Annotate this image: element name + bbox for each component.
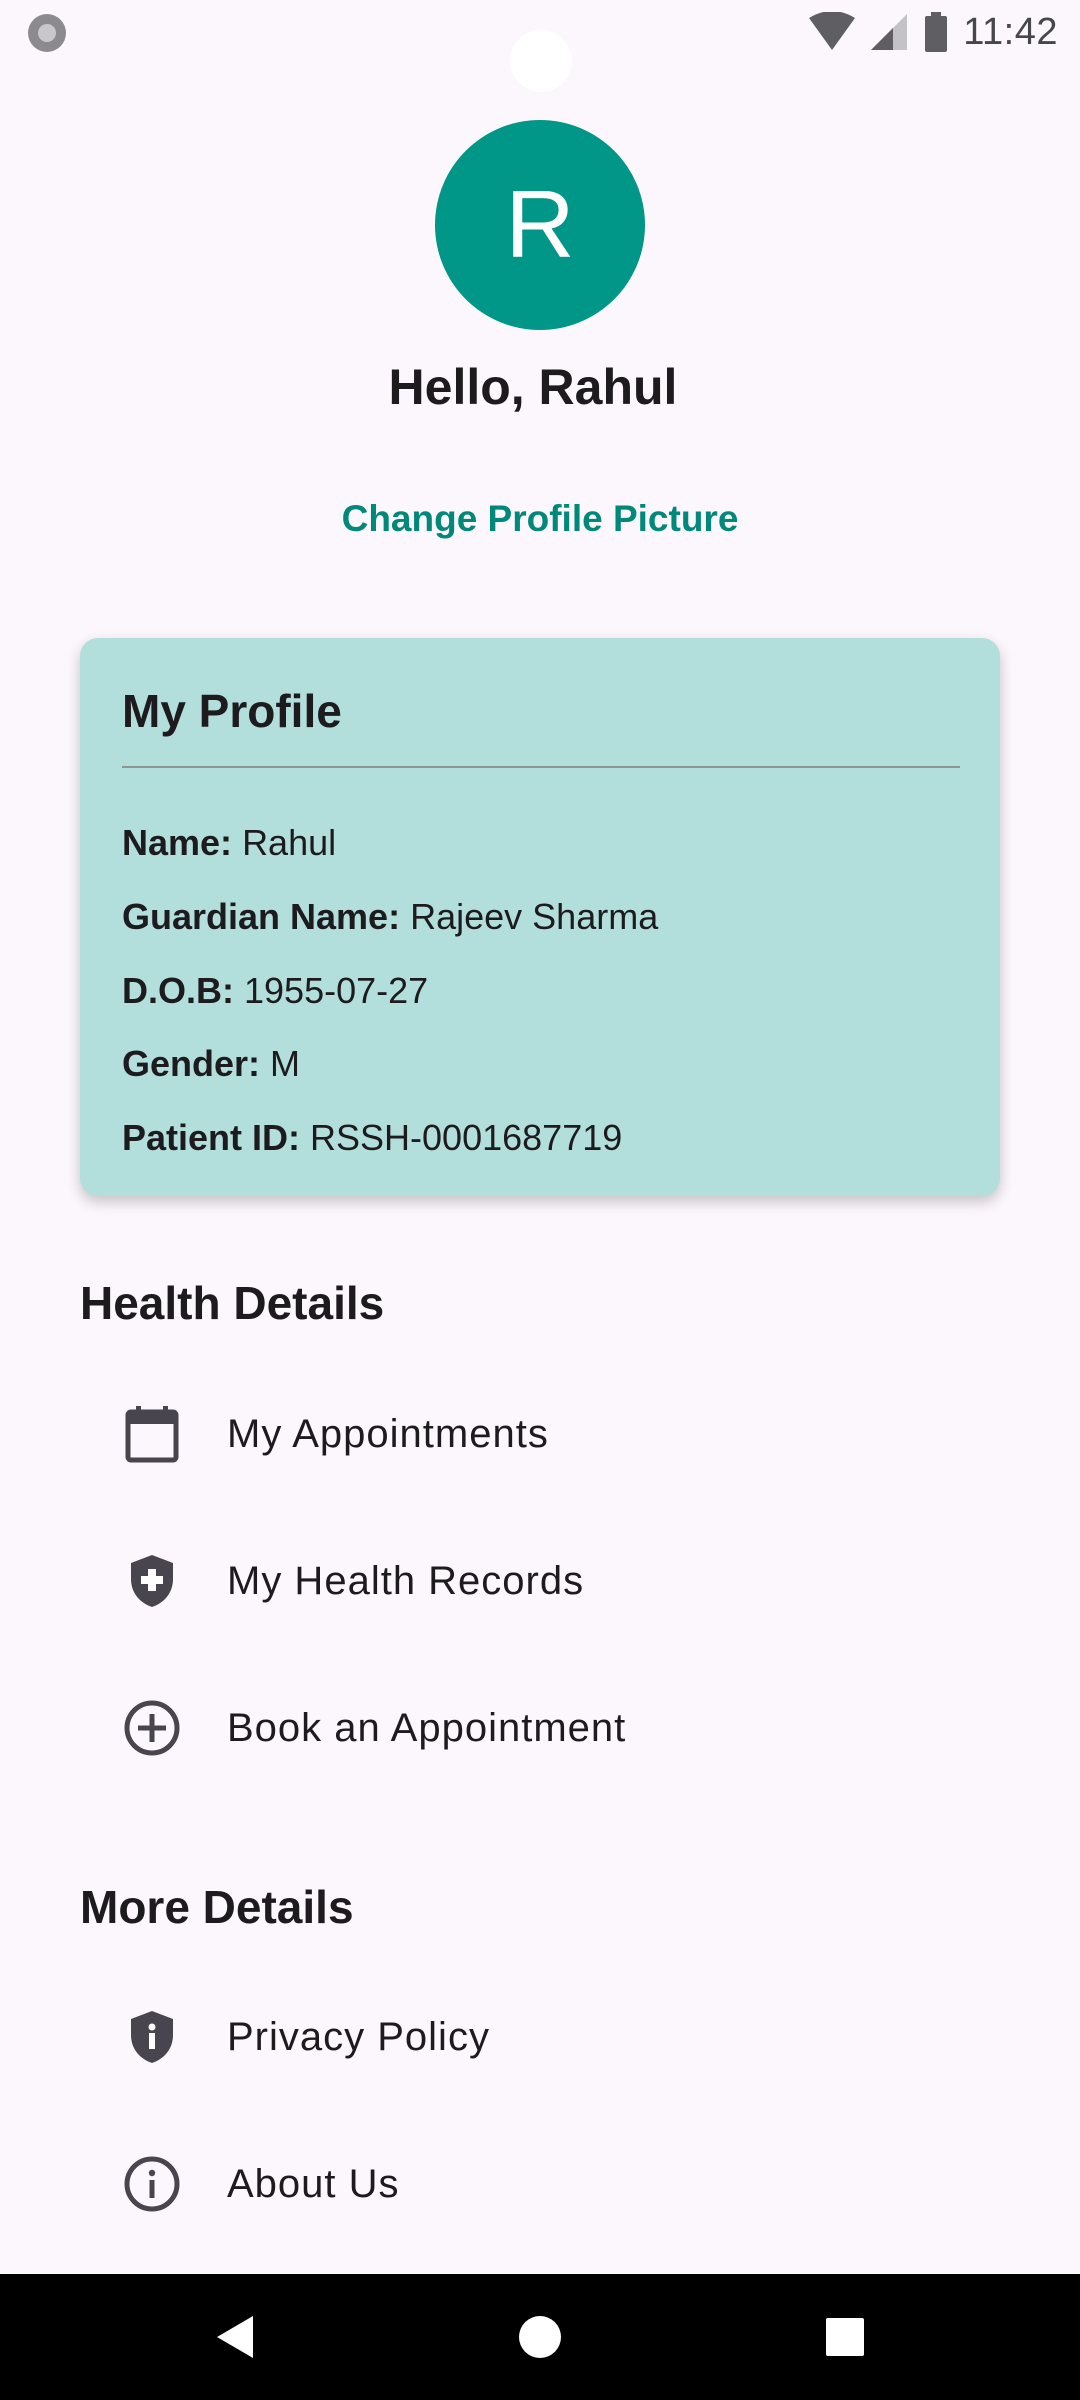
menu-item-book-appointment[interactable]: Book an Appointment	[80, 1668, 1000, 1788]
system-navigation-bar	[0, 2274, 1080, 2400]
menu-item-privacy-policy[interactable]: Privacy Policy	[80, 1977, 1000, 2097]
profile-card-title: My Profile	[122, 685, 342, 737]
change-profile-picture-link[interactable]: Change Profile Picture	[0, 498, 1080, 540]
field-value: Rajeev Sharma	[410, 896, 659, 937]
status-bar: 11:42	[0, 0, 1080, 92]
profile-field-guardian-name: Guardian Name: Rajeev Sharma	[122, 896, 658, 938]
profile-field-patient-id: Patient ID: RSSH-0001687719	[122, 1117, 622, 1159]
menu-item-label: Privacy Policy	[227, 2014, 490, 2059]
field-value: M	[270, 1043, 301, 1084]
add-circle-icon	[120, 1696, 184, 1760]
back-icon	[217, 2316, 253, 2358]
field-label: Guardian Name:	[122, 896, 401, 937]
field-label: Gender:	[122, 1043, 261, 1084]
wifi-icon	[809, 12, 856, 50]
camera-cutout	[510, 30, 572, 92]
profile-field-gender: Gender: M	[122, 1043, 300, 1085]
field-label: Patient ID:	[122, 1117, 301, 1158]
recents-button[interactable]	[812, 2304, 878, 2370]
battery-icon	[925, 12, 948, 52]
field-value: RSSH-0001687719	[310, 1117, 623, 1158]
menu-item-my-appointments[interactable]: My Appointments	[80, 1374, 1000, 1494]
medical-shield-icon	[120, 1549, 184, 1613]
profile-card: My Profile Name: Rahul Guardian Name: Ra…	[80, 638, 1000, 1196]
field-label: Name:	[122, 822, 233, 863]
home-icon	[519, 2316, 561, 2358]
profile-field-dob: D.O.B: 1955-07-27	[122, 970, 428, 1012]
calendar-icon	[120, 1402, 184, 1466]
menu-item-my-health-records[interactable]: My Health Records	[80, 1521, 1000, 1641]
notification-icon	[28, 14, 66, 52]
back-button[interactable]	[202, 2304, 268, 2370]
menu-item-label: My Appointments	[227, 1411, 549, 1456]
recents-icon	[826, 2318, 864, 2356]
field-value: Rahul	[242, 822, 337, 863]
greeting-title: Hello, Rahul	[388, 359, 678, 415]
info-icon	[120, 2152, 184, 2216]
status-time: 11:42	[963, 10, 1058, 53]
more-details-title: More Details	[80, 1881, 354, 1933]
status-icons: 11:42	[809, 8, 1058, 56]
divider	[122, 766, 960, 768]
home-button[interactable]	[507, 2304, 573, 2370]
avatar-initial: R	[505, 171, 575, 278]
menu-item-about-us[interactable]: About Us	[80, 2124, 1000, 2244]
menu-item-label: My Health Records	[227, 1558, 585, 1603]
profile-field-name: Name: Rahul	[122, 822, 336, 864]
avatar[interactable]: R	[435, 120, 645, 330]
menu-item-label: Book an Appointment	[227, 1705, 627, 1750]
signal-icon	[871, 14, 908, 50]
privacy-shield-icon	[120, 2005, 184, 2069]
field-label: D.O.B:	[122, 970, 234, 1011]
health-details-title: Health Details	[80, 1277, 385, 1329]
menu-item-label: About Us	[227, 2161, 400, 2206]
field-value: 1955-07-27	[244, 970, 429, 1011]
